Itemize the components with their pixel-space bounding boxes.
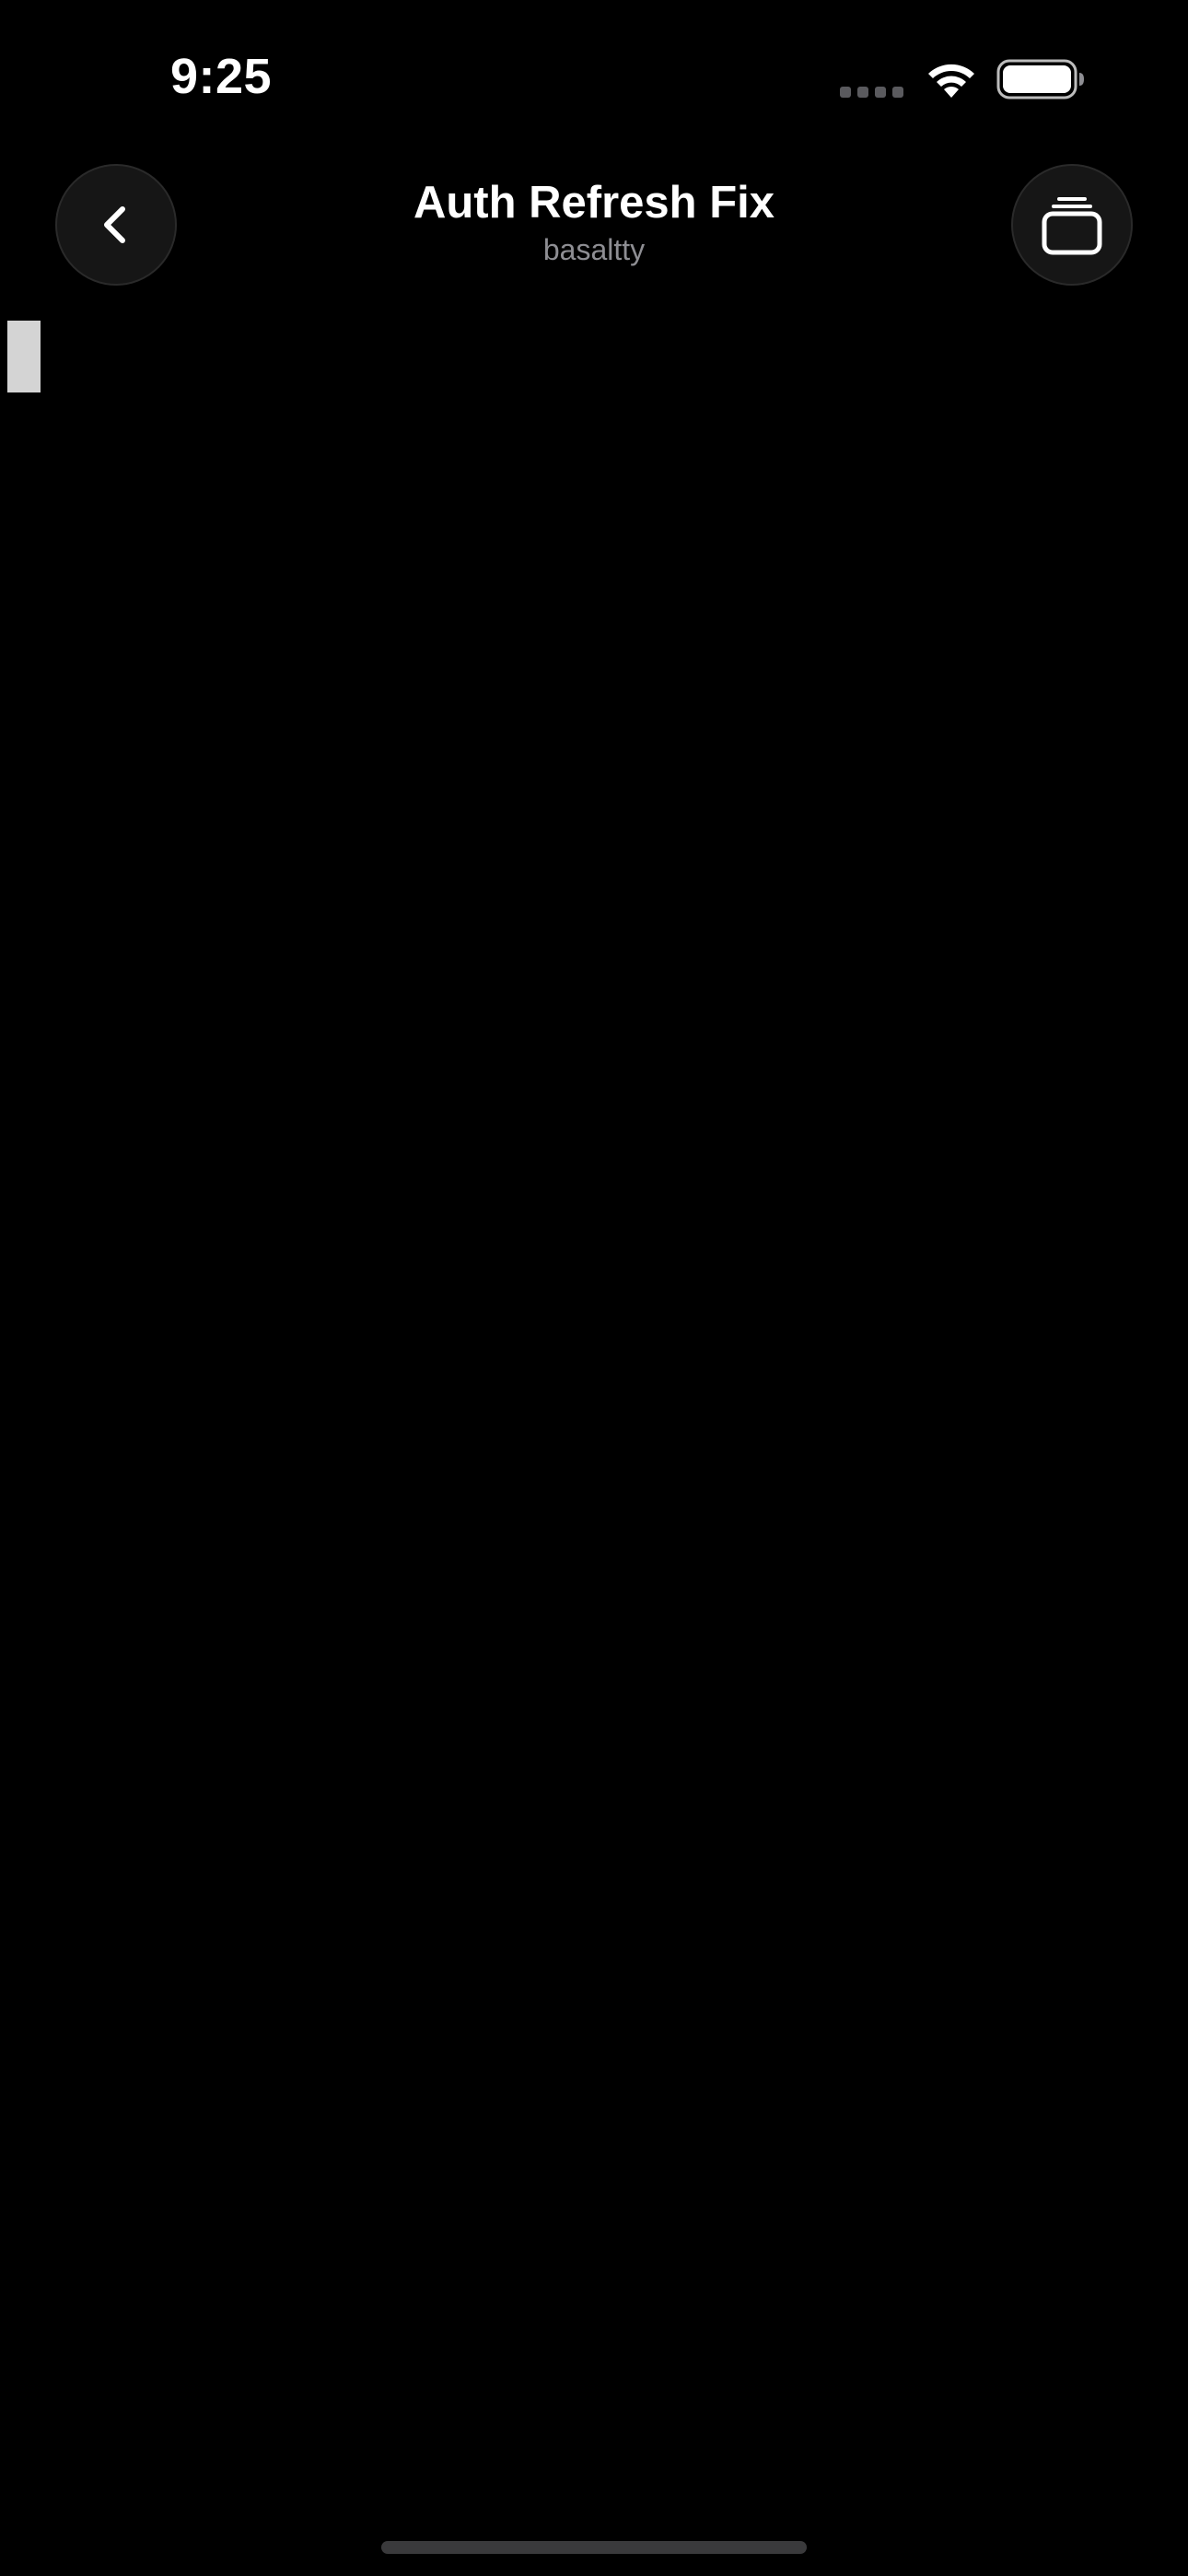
page-subtitle: basaltty [542,233,646,266]
terminal-cursor [7,321,41,392]
battery-icon [996,59,1084,100]
status-time: 9:25 [170,49,273,104]
stacked-windows-icon [1042,197,1102,255]
page-title: Auth Refresh Fix [413,178,775,228]
title-block: Auth Refresh Fix basaltty [318,175,870,269]
signal-icon [840,87,903,98]
home-indicator[interactable] [381,2541,807,2554]
nav-header: Auth Refresh Fix basaltty [0,157,1188,295]
chevron-left-icon [104,206,125,243]
back-button[interactable] [55,164,177,286]
tabs-button[interactable] [1011,164,1133,286]
wifi-icon [928,64,974,98]
terminal-view[interactable] [0,304,1188,2497]
status-bar: 9:25 [0,0,1188,147]
